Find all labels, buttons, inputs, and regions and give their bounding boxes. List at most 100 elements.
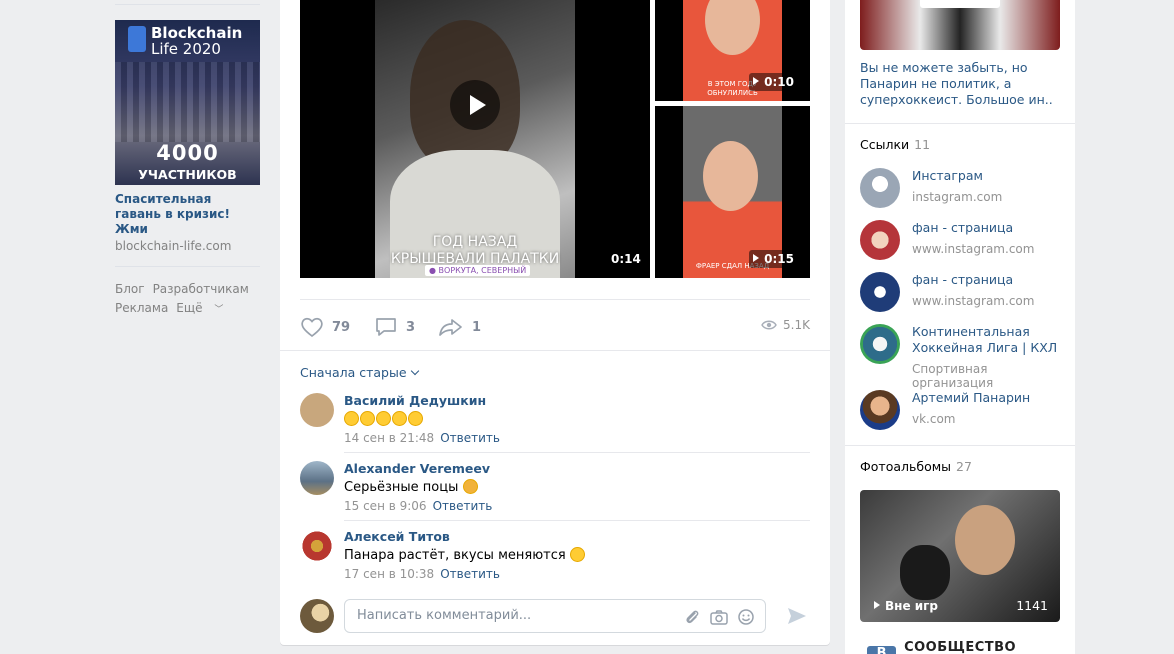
link-title[interactable]: Инстаграм	[912, 168, 1072, 184]
comment-text: Панара растёт, вкусы меняются	[344, 547, 810, 563]
send-icon[interactable]	[786, 606, 808, 626]
reply-button[interactable]: Ответить	[440, 567, 500, 581]
ad-banner[interactable]: Blockchain Life 2020 4000 УЧАСТНИКОВ	[115, 20, 260, 185]
links-count: 11	[914, 137, 931, 152]
comment-author[interactable]: Алексей Титов	[344, 529, 810, 544]
comment-icon	[376, 318, 396, 336]
play-icon[interactable]	[450, 80, 500, 130]
links-header[interactable]: Ссылки 11	[860, 137, 930, 152]
comment-text-content: Серьёзные поцы	[344, 480, 459, 495]
comments-sort-dropdown[interactable]: Сначала старые	[300, 365, 419, 380]
reply-button[interactable]: Ответить	[433, 499, 493, 513]
camera-icon[interactable]	[709, 608, 729, 626]
albums-header[interactable]: Фотоальбомы 27	[860, 459, 972, 474]
laughing-emoji-icon	[408, 411, 423, 426]
reply-button[interactable]: Ответить	[440, 431, 500, 445]
footer-link-more-label: Ещё	[176, 301, 203, 315]
album-caption-label: Вне игр	[885, 599, 939, 613]
laughing-emoji-icon	[569, 547, 585, 562]
video-thumb-2[interactable]: В ЭТОМ ГОДУ ОБНУЛИЛИСЬ 0:10	[655, 0, 810, 101]
ad-big-text: 4000	[156, 141, 219, 165]
vk-logo-icon: B	[867, 646, 897, 654]
video-thumb-3[interactable]: ФРАЕР СДАЛ НАЗАД 0:15	[655, 106, 810, 278]
share-button[interactable]: 1	[438, 316, 481, 338]
post-card: ГОД НАЗАД КРЫШЕВАЛИ ПАЛАТКИ ● ВОРКУТА, С…	[280, 0, 830, 645]
video-duration-badge: 0:15	[749, 250, 798, 268]
links-title: Ссылки	[860, 137, 910, 152]
footer-link-blog[interactable]: Блог	[115, 282, 145, 296]
link-subtitle: instagram.com	[912, 190, 1003, 204]
rofl-emoji-icon	[360, 411, 375, 426]
avatar[interactable]	[300, 529, 334, 563]
link-item[interactable]: фан - страница www.instagram.com	[860, 220, 1070, 260]
comment-author[interactable]: Василий Дедушкин	[344, 393, 810, 408]
link-item[interactable]: Континентальная Хоккейная Лига | КХЛ Спо…	[860, 324, 1072, 390]
video-duration: 0:14	[611, 252, 641, 266]
link-title[interactable]: Артемий Панарин	[912, 390, 1072, 406]
link-subtitle: www.instagram.com	[912, 294, 1035, 308]
ad-title-link[interactable]: Спасительная гавань в кризис! Жми	[115, 192, 260, 237]
link-subtitle: Спортивная организация	[912, 362, 994, 390]
comment-date[interactable]: 17 сен в 10:38	[344, 567, 434, 581]
comment-input-placeholder: Написать комментарий...	[357, 608, 532, 623]
avatar[interactable]	[300, 461, 334, 495]
ad-domain[interactable]: blockchain-life.com	[115, 239, 260, 253]
link-item[interactable]: фан - страница www.instagram.com	[860, 272, 1070, 312]
share-count: 1	[472, 319, 482, 335]
post-actions: 79 3 1 5.1K	[300, 299, 810, 351]
paperclip-icon[interactable]	[683, 608, 701, 626]
blockchain-logo-icon	[128, 26, 146, 52]
link-avatar	[860, 390, 900, 430]
like-button[interactable]: 79	[300, 316, 350, 338]
link-title[interactable]: фан - страница	[912, 220, 1072, 236]
comment-date[interactable]: 14 сен в 21:48	[344, 431, 434, 445]
comment-button[interactable]: 3	[374, 316, 415, 338]
comment-input[interactable]: Написать комментарий...	[344, 599, 766, 633]
link-subtitle: vk.com	[912, 412, 956, 426]
news-image-decor	[920, 0, 1000, 8]
laughing-emoji-icon	[376, 411, 391, 426]
news-image[interactable]	[860, 0, 1060, 50]
play-icon	[753, 254, 760, 262]
avatar[interactable]	[300, 393, 334, 427]
composer-icons	[683, 608, 755, 626]
comments-sort-label: Сначала старые	[300, 365, 407, 380]
link-subtitle: www.instagram.com	[912, 242, 1035, 256]
comment-count: 3	[406, 319, 416, 335]
album-photo-person	[955, 505, 1015, 575]
comment-text-content: Панара растёт, вкусы меняются	[344, 548, 566, 563]
smile-icon[interactable]	[737, 608, 755, 626]
footer-link-developers[interactable]: Разработчикам	[153, 282, 249, 296]
link-avatar	[860, 220, 900, 260]
link-title[interactable]: Континентальная Хоккейная Лига | КХЛ	[912, 324, 1072, 356]
divider	[115, 266, 260, 267]
video-duration-badge: 0:10	[749, 73, 798, 91]
comment-date[interactable]: 15 сен в 9:06	[344, 499, 427, 513]
album-thumbnail[interactable]: Вне игр 1141	[860, 490, 1060, 622]
crowd-image	[115, 62, 260, 142]
community-banner[interactable]: B СООБЩЕСТВО "ВКОНТАК	[867, 640, 1075, 654]
eye-icon	[761, 320, 777, 330]
comment-author[interactable]: Alexander Veremeev	[344, 461, 810, 476]
share-icon	[439, 319, 462, 336]
video-overlay-line1: ГОД НАЗАД	[432, 234, 518, 250]
divider	[115, 4, 260, 5]
heart-icon	[301, 317, 323, 338]
comment-meta: 14 сен в 21:48 Ответить	[344, 431, 810, 445]
video-main[interactable]: ГОД НАЗАД КРЫШЕВАЛИ ПАЛАТКИ ● ВОРКУТА, С…	[300, 0, 650, 278]
ad-brand-line2: Life 2020	[151, 40, 221, 58]
play-icon	[874, 601, 880, 609]
play-icon	[753, 77, 760, 85]
news-text-link[interactable]: Вы не можете забыть, но Панарин не полит…	[860, 60, 1060, 108]
ad-sub-text: УЧАСТНИКОВ	[138, 167, 237, 182]
location-tag-label: ВОРКУТА, СЕВЕРНЫЙ	[438, 266, 527, 275]
link-item[interactable]: Артемий Панарин vk.com	[860, 390, 1070, 430]
link-item[interactable]: Инстаграм instagram.com	[860, 168, 1070, 208]
rock-hand-emoji-icon	[462, 479, 478, 494]
footer-link-ads[interactable]: Реклама	[115, 301, 168, 315]
link-title[interactable]: фан - страница	[912, 272, 1072, 288]
footer-link-more[interactable]: Ещё ﹀	[176, 301, 231, 315]
link-avatar	[860, 324, 900, 364]
album-photo-glove	[900, 545, 950, 600]
comment-meta: 15 сен в 9:06 Ответить	[344, 499, 810, 513]
